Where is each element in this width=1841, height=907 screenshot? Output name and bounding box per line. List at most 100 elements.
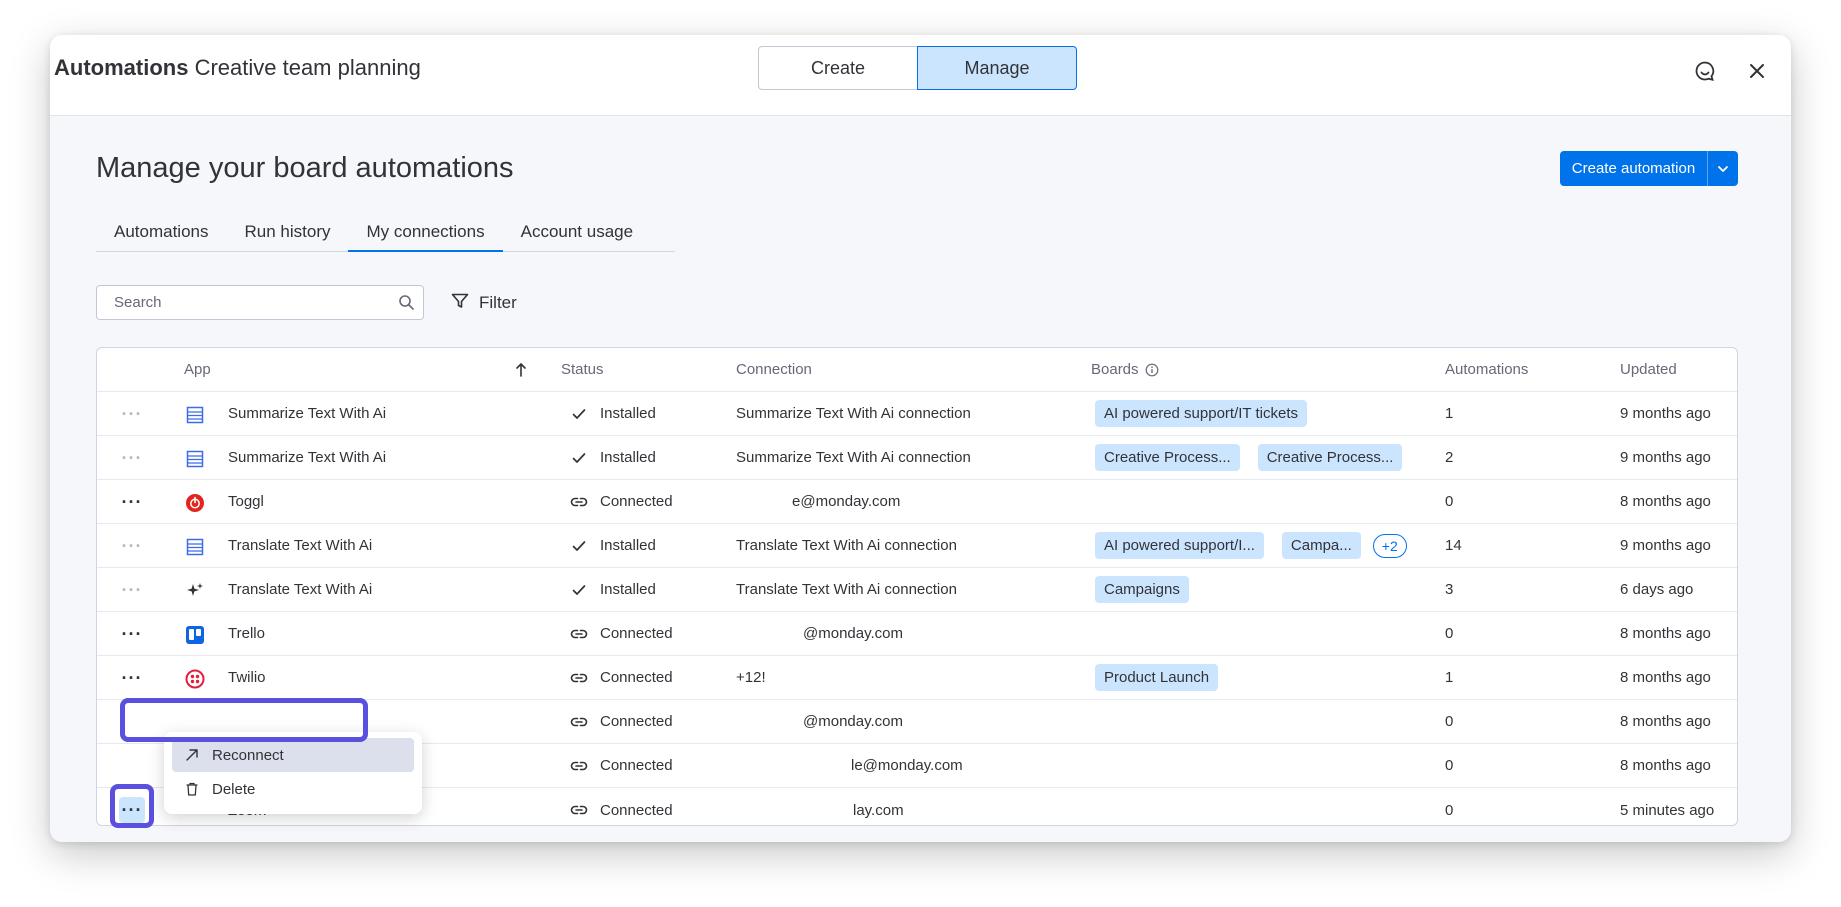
automations-count: 0 xyxy=(1445,713,1454,730)
status: Connected xyxy=(570,612,673,655)
ai-block-icon xyxy=(184,448,206,470)
ai-block-icon xyxy=(184,536,206,558)
search-icon[interactable] xyxy=(398,294,415,316)
table-row: ··· Translate Text With Ai Installed Tra… xyxy=(97,524,1737,568)
automations-count: 0 xyxy=(1445,625,1454,642)
board-chip[interactable]: AI powered support/I... xyxy=(1095,532,1264,559)
app-name: Toggl xyxy=(228,493,264,510)
more-boards-badge[interactable]: +2 xyxy=(1372,533,1407,558)
board-chip[interactable]: Creative Process... xyxy=(1095,444,1240,471)
column-header-connection[interactable]: Connection xyxy=(736,348,812,391)
connection-name: le@monday.com xyxy=(851,757,963,774)
row-actions-button[interactable]: ··· xyxy=(119,577,145,603)
row-actions-button[interactable]: ··· xyxy=(119,445,145,471)
search-box xyxy=(96,285,424,320)
status: Installed xyxy=(570,436,656,479)
board-chip[interactable]: Product Launch xyxy=(1095,664,1219,691)
row-context-menu: Reconnect Delete xyxy=(164,732,422,814)
sort-arrow-icon[interactable] xyxy=(515,348,527,391)
updated-time: 9 months ago xyxy=(1620,537,1711,554)
board-chip[interactable]: AI powered support/IT tickets xyxy=(1095,400,1307,427)
link-icon xyxy=(570,625,588,643)
tab-my-connections[interactable]: My connections xyxy=(348,213,503,252)
board-chip[interactable]: Campaigns xyxy=(1095,576,1189,603)
trash-icon xyxy=(182,779,202,799)
updated-time: 8 months ago xyxy=(1620,493,1711,510)
reconnect-menu-item[interactable]: Reconnect xyxy=(172,738,414,772)
filter-button[interactable]: Filter xyxy=(450,288,517,318)
filter-icon xyxy=(450,291,470,316)
link-icon xyxy=(570,669,588,687)
column-header-app[interactable]: App xyxy=(184,348,211,391)
connection-name: Summarize Text With Ai connection xyxy=(736,405,971,422)
close-icon[interactable] xyxy=(1743,57,1771,85)
check-icon xyxy=(570,405,588,423)
status: Connected xyxy=(570,788,673,825)
updated-time: 9 months ago xyxy=(1620,405,1711,422)
automations-count: 2 xyxy=(1445,449,1454,466)
connection-name: e@monday.com xyxy=(792,493,901,510)
tab-automations[interactable]: Automations xyxy=(96,213,227,250)
check-icon xyxy=(570,581,588,599)
modal-title: Automations Creative team planning xyxy=(54,55,421,80)
column-header-boards[interactable]: Boards xyxy=(1091,348,1159,391)
board-chip[interactable]: Campa... xyxy=(1281,532,1361,559)
feedback-icon[interactable] xyxy=(1691,57,1719,85)
connection-name: Translate Text With Ai connection xyxy=(736,537,957,554)
automations-count: 14 xyxy=(1445,537,1462,554)
row-actions-button[interactable]: ··· xyxy=(119,401,145,427)
link-icon xyxy=(570,493,588,511)
create-automation-button: Create automation xyxy=(1560,151,1738,186)
column-header-automations[interactable]: Automations xyxy=(1445,348,1528,391)
updated-time: 5 minutes ago xyxy=(1620,801,1715,819)
create-mode-button[interactable]: Create xyxy=(758,46,918,90)
row-actions-button[interactable]: ··· xyxy=(119,797,145,823)
automations-count: 1 xyxy=(1445,669,1454,686)
tab-run-history[interactable]: Run history xyxy=(227,213,349,250)
sparkle-icon xyxy=(184,580,206,602)
twilio-icon xyxy=(184,668,206,690)
delete-menu-item[interactable]: Delete xyxy=(172,772,414,806)
app-name: Summarize Text With Ai xyxy=(228,405,387,422)
table-row: ··· Summarize Text With Ai Installed Sum… xyxy=(97,392,1737,436)
column-header-status[interactable]: Status xyxy=(561,348,604,391)
updated-time: 8 months ago xyxy=(1620,713,1711,730)
link-icon xyxy=(570,713,588,731)
tab-account-usage[interactable]: Account usage xyxy=(503,213,651,250)
status: Connected xyxy=(570,656,673,699)
info-icon[interactable] xyxy=(1145,363,1159,377)
boards-cell: AI powered support/I... Campa... +2 xyxy=(1095,524,1407,567)
check-icon xyxy=(570,537,588,555)
automations-modal: Automations Creative team planning Creat… xyxy=(50,35,1791,842)
status: Installed xyxy=(570,392,656,435)
link-icon xyxy=(570,801,588,819)
chevron-down-icon[interactable] xyxy=(1708,151,1738,186)
modal-header: Automations Creative team planning Creat… xyxy=(50,35,1791,116)
status: Installed xyxy=(570,568,656,611)
row-actions-button[interactable]: ··· xyxy=(119,489,145,515)
connection-name: Translate Text With Ai connection xyxy=(736,581,957,598)
row-actions-button[interactable]: ··· xyxy=(119,621,145,647)
board-chip[interactable]: Creative Process... xyxy=(1257,444,1403,471)
manage-mode-button[interactable]: Manage xyxy=(917,46,1077,90)
app-name: Translate Text With Ai xyxy=(228,537,373,554)
automations-count: 1 xyxy=(1445,405,1454,422)
create-automation-main[interactable]: Create automation xyxy=(1560,151,1708,186)
table-row: ··· Summarize Text With Ai Installed Sum… xyxy=(97,436,1737,480)
automations-count: 0 xyxy=(1445,801,1454,819)
boards-cell: Campaigns xyxy=(1095,568,1207,611)
toggl-icon xyxy=(184,492,206,514)
automations-count: 0 xyxy=(1445,493,1454,510)
row-actions-button[interactable]: ··· xyxy=(119,533,145,559)
trello-icon xyxy=(184,624,206,646)
row-actions-button[interactable]: ··· xyxy=(119,665,145,691)
updated-time: 6 days ago xyxy=(1620,581,1694,598)
table-row: ··· Twilio Connected +12! Product Launch… xyxy=(97,656,1737,700)
mode-switch: Create Manage xyxy=(758,46,1077,90)
search-input[interactable] xyxy=(97,286,377,319)
column-header-updated[interactable]: Updated xyxy=(1620,348,1677,391)
status: Connected xyxy=(570,700,673,743)
boards-cell: AI powered support/IT tickets xyxy=(1095,392,1325,435)
page-title: Manage your board automations xyxy=(96,152,514,184)
updated-time: 8 months ago xyxy=(1620,625,1711,642)
